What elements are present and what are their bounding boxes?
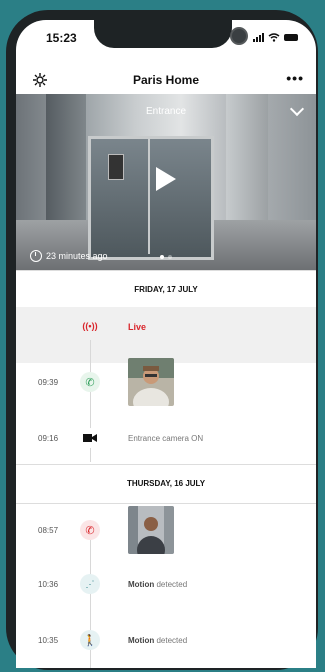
motion-icon: ⋰ xyxy=(80,574,100,594)
entrance-door-divider xyxy=(148,136,150,254)
app-screen: 15:23 Paris Home ••• Entrance 23 minutes… xyxy=(16,20,316,668)
live-label[interactable]: Live xyxy=(128,322,146,332)
event-label-text: detected xyxy=(156,636,188,645)
camera-label[interactable]: Entrance xyxy=(16,106,316,117)
front-camera xyxy=(230,27,248,45)
battery-icon xyxy=(284,34,298,41)
camera-preview[interactable]: Entrance 23 minutes ago xyxy=(16,94,316,270)
video-camera-icon xyxy=(80,428,100,448)
page-dot xyxy=(168,255,172,259)
day-header: FRIDAY, 17 JULY xyxy=(16,270,316,310)
event-label: Motion detected xyxy=(128,580,187,589)
walking-person-icon: 🚶 xyxy=(80,630,100,650)
missed-call-icon: ✆ xyxy=(80,520,100,540)
event-time: 09:16 xyxy=(38,434,59,443)
visitor-thumbnail[interactable] xyxy=(128,358,174,406)
event-label: Entrance camera ON xyxy=(128,434,204,443)
entrance-door xyxy=(88,136,214,260)
status-icons xyxy=(253,33,298,42)
signal-icon xyxy=(253,33,264,42)
page-dots xyxy=(16,246,316,264)
event-label-bold: Motion xyxy=(128,636,155,645)
play-icon[interactable] xyxy=(156,167,176,191)
event-time: 10:36 xyxy=(38,580,59,589)
event-time: 09:39 xyxy=(38,378,59,387)
event-label-text: detected xyxy=(156,580,188,589)
visitor-thumbnail[interactable] xyxy=(128,506,174,554)
event-time: 10:35 xyxy=(38,636,59,645)
page-dot xyxy=(160,255,164,259)
wifi-icon xyxy=(268,33,280,42)
notch xyxy=(94,20,232,48)
live-row[interactable] xyxy=(16,307,316,363)
phone-icon: ✆ xyxy=(80,372,100,392)
event-label: Motion detected xyxy=(128,636,187,645)
event-time: 08:57 xyxy=(38,526,59,535)
live-icon: ((•)) xyxy=(80,316,100,336)
event-label-bold: Motion xyxy=(128,580,155,589)
status-time: 15:23 xyxy=(46,31,77,45)
page-title: Paris Home xyxy=(132,73,200,87)
day-header: THURSDAY, 16 JULY xyxy=(16,464,316,504)
more-menu-icon[interactable]: ••• xyxy=(286,71,304,85)
intercom-panel xyxy=(108,154,124,180)
